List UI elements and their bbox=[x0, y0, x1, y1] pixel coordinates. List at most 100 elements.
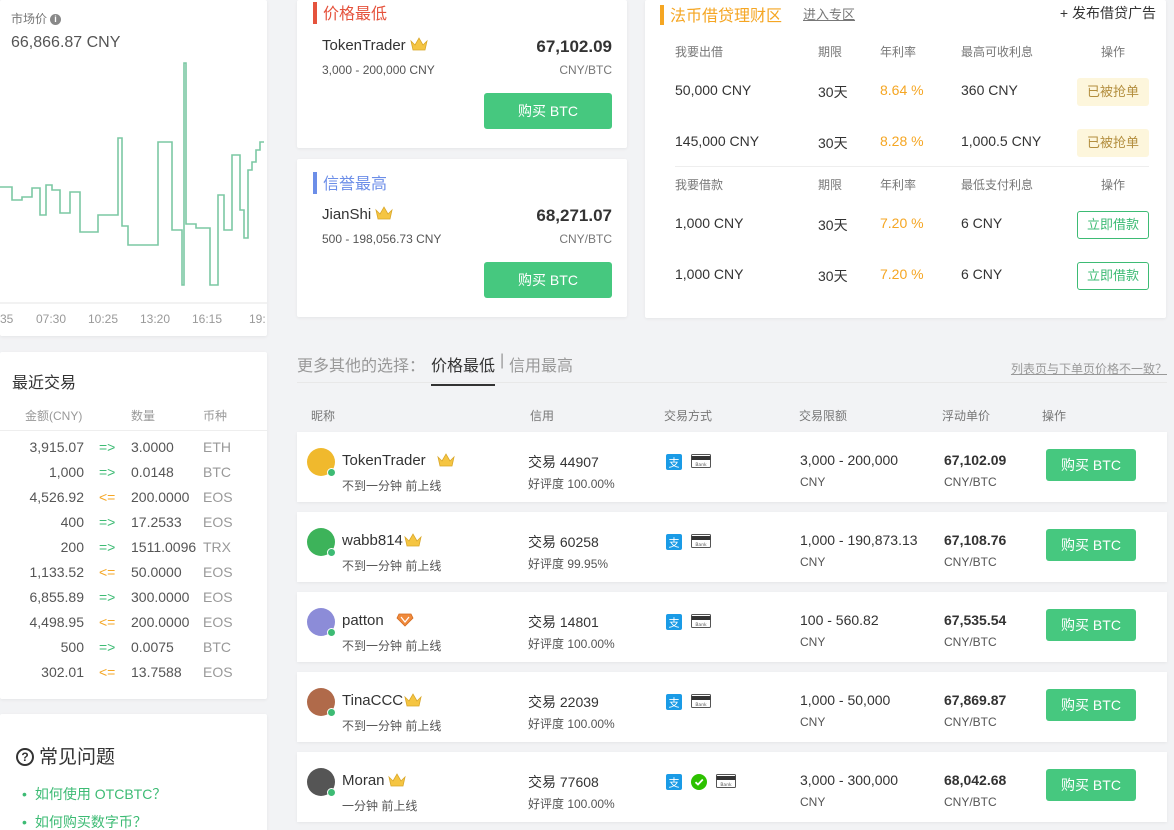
alipay-icon: 支 bbox=[666, 534, 682, 550]
offer-price: 68,271.07 bbox=[536, 206, 612, 225]
trade-quantity: 1511.0096 bbox=[131, 539, 197, 555]
trader-name[interactable]: patton bbox=[342, 612, 384, 629]
trade-direction: => bbox=[99, 439, 116, 455]
faq-link[interactable]: 如何使用 OTCBTC？ bbox=[22, 784, 166, 804]
publish-loan-ad-link[interactable]: + 发布借贷广告 bbox=[1060, 3, 1156, 23]
buy-btc-button[interactable]: 购买 BTC bbox=[1046, 609, 1136, 641]
lend-col: 我要出借 bbox=[675, 45, 724, 59]
trader-name[interactable]: TokenTrader bbox=[342, 452, 426, 469]
buy-btc-button[interactable]: 购买 BTC bbox=[1046, 449, 1136, 481]
rating: 好评度 100.00% bbox=[528, 797, 615, 811]
lend-interest: 360 CNY bbox=[961, 82, 1018, 98]
trade-row: 4,526.92 <= 200.0000 EOS bbox=[0, 489, 267, 514]
fiat-loan-card: 法币借贷理财区 进入专区 + 发布借贷广告 我要出借 期限 年利率 最高可收利息… bbox=[645, 0, 1166, 318]
trade-amount: 400 bbox=[60, 514, 84, 530]
trade-direction: <= bbox=[99, 489, 116, 505]
offer-trader-name[interactable]: TokenTrader bbox=[322, 37, 428, 54]
limit-currency: CNY bbox=[800, 555, 826, 569]
buy-btc-button[interactable]: 购买 BTC bbox=[484, 93, 612, 129]
lowest-price-title-text: 价格最低 bbox=[323, 6, 388, 23]
trade-count: 交易 77608 bbox=[528, 774, 599, 790]
borrow-amount: 1,000 CNY bbox=[675, 215, 744, 231]
faq-card: ? 常见问题 如何使用 OTCBTC？ 如何购买数字币？ bbox=[0, 714, 267, 830]
trade-quantity: 200.0000 bbox=[131, 489, 190, 505]
wechat-icon bbox=[691, 774, 707, 790]
lend-rate: 8.28 % bbox=[880, 133, 924, 149]
svg-text:Bank: Bank bbox=[720, 782, 732, 788]
bank-icon: Bank bbox=[691, 534, 711, 550]
svg-text:支: 支 bbox=[669, 537, 680, 550]
borrow-col: 我要借款 bbox=[675, 178, 724, 192]
lend-col: 操作 bbox=[1101, 45, 1126, 59]
borrow-now-button[interactable]: 立即借款 bbox=[1077, 262, 1149, 290]
title-bar bbox=[313, 172, 317, 194]
lend-amount: 145,000 CNY bbox=[675, 133, 760, 149]
last-online: 不到一分钟 前上线 bbox=[342, 559, 442, 573]
borrow-col: 年利率 bbox=[880, 178, 917, 192]
market-price-label: 市场价 i bbox=[11, 10, 62, 27]
trade-direction: => bbox=[99, 539, 116, 555]
trade-coin: EOS bbox=[203, 489, 233, 505]
crown-icon bbox=[387, 773, 406, 787]
crown-icon bbox=[437, 453, 455, 467]
price-mismatch-link[interactable]: 列表页与下单页价格不一致？ bbox=[1011, 360, 1167, 377]
crown-icon bbox=[409, 37, 428, 51]
divider bbox=[675, 166, 1149, 167]
trader-name-text[interactable]: TokenTrader bbox=[322, 37, 406, 54]
trade-count: 交易 44907 bbox=[528, 454, 599, 470]
tab-lowest-price[interactable]: 价格最低 bbox=[431, 352, 496, 386]
alipay-icon: 支 bbox=[666, 694, 682, 710]
last-online: 一分钟 前上线 bbox=[342, 799, 418, 813]
table-row: Moran 一分钟 前上线 交易 77608 好评度 100.00% 支 Bank 3,00… bbox=[297, 752, 1167, 822]
bank-icon: Bank bbox=[691, 694, 711, 710]
offer-range: 3,000 - 200,000 CNY bbox=[322, 63, 435, 77]
table-row: patton 不到一分钟 前上线 交易 14801 好评度 100.00% 支 Bank 1… bbox=[297, 592, 1167, 662]
alipay-icon: 支 bbox=[666, 454, 682, 470]
buy-btc-button[interactable]: 购买 BTC bbox=[484, 262, 612, 298]
buy-btc-button[interactable]: 购买 BTC bbox=[1046, 769, 1136, 801]
offer-trader-name[interactable]: JianShi bbox=[322, 206, 393, 223]
price-unit: CNY/BTC bbox=[944, 795, 997, 809]
trade-quantity: 50.0000 bbox=[131, 564, 182, 580]
loan-title: 法币借贷理财区 bbox=[660, 2, 782, 26]
buy-btc-button[interactable]: 购买 BTC bbox=[1046, 529, 1136, 561]
trade-row: 3,915.07 => 3.0000 ETH bbox=[0, 439, 267, 464]
title-bar bbox=[313, 2, 317, 24]
trade-direction: => bbox=[99, 639, 116, 655]
enter-zone-link[interactable]: 进入专区 bbox=[803, 4, 855, 23]
table-row: TinaCCC 不到一分钟 前上线 交易 22039 好评度 100.00% 支 Bank… bbox=[297, 672, 1167, 742]
tab-highest-credit[interactable]: 信用最高 bbox=[509, 352, 573, 376]
info-icon[interactable]: i bbox=[50, 14, 62, 25]
trader-name[interactable]: Moran bbox=[342, 772, 385, 789]
trade-count: 交易 60258 bbox=[528, 534, 599, 550]
trader-name-text[interactable]: JianShi bbox=[322, 206, 371, 223]
trader-name[interactable]: wabb814 bbox=[342, 532, 403, 549]
header-quantity: 数量 bbox=[131, 409, 156, 423]
online-indicator bbox=[327, 548, 336, 557]
svg-text:Bank: Bank bbox=[695, 542, 707, 548]
table-row: wabb814 不到一分钟 前上线 交易 60258 好评度 99.95% 支 Bank 1… bbox=[297, 512, 1167, 582]
offer-unit: CNY/BTC bbox=[559, 63, 612, 77]
limit-currency: CNY bbox=[800, 635, 826, 649]
col-nickname: 昵称 bbox=[311, 409, 336, 423]
price-line bbox=[0, 62, 264, 286]
trade-coin: EOS bbox=[203, 514, 233, 530]
borrow-now-button[interactable]: 立即借款 bbox=[1077, 211, 1149, 239]
trade-coin: EOS bbox=[203, 614, 233, 630]
buy-btc-button[interactable]: 购买 BTC bbox=[1046, 689, 1136, 721]
borrow-amount: 1,000 CNY bbox=[675, 266, 744, 282]
trade-quantity: 3.0000 bbox=[131, 439, 174, 455]
trade-limit: 1,000 - 190,873.13 bbox=[800, 532, 918, 548]
faq-title: ? 常见问题 bbox=[16, 742, 115, 769]
trader-name[interactable]: TinaCCC bbox=[342, 692, 403, 709]
alipay-icon: 支 bbox=[666, 774, 682, 790]
chart-tick: 35 bbox=[0, 312, 14, 326]
trade-amount: 4,498.95 bbox=[29, 614, 85, 630]
recent-trades-card: 最近交易 金额(CNY) 数量 币种 3,915.07 => 3.0000 ETH 1,… bbox=[0, 352, 267, 699]
bank-icon: Bank bbox=[691, 614, 711, 630]
faq-link[interactable]: 如何购买数字币？ bbox=[22, 812, 147, 830]
lowest-price-title: 价格最低 bbox=[313, 0, 387, 24]
trade-row: 400 => 17.2533 EOS bbox=[0, 514, 267, 539]
trade-amount: 302.01 bbox=[41, 664, 84, 680]
borrow-interest: 6 CNY bbox=[961, 266, 1003, 282]
